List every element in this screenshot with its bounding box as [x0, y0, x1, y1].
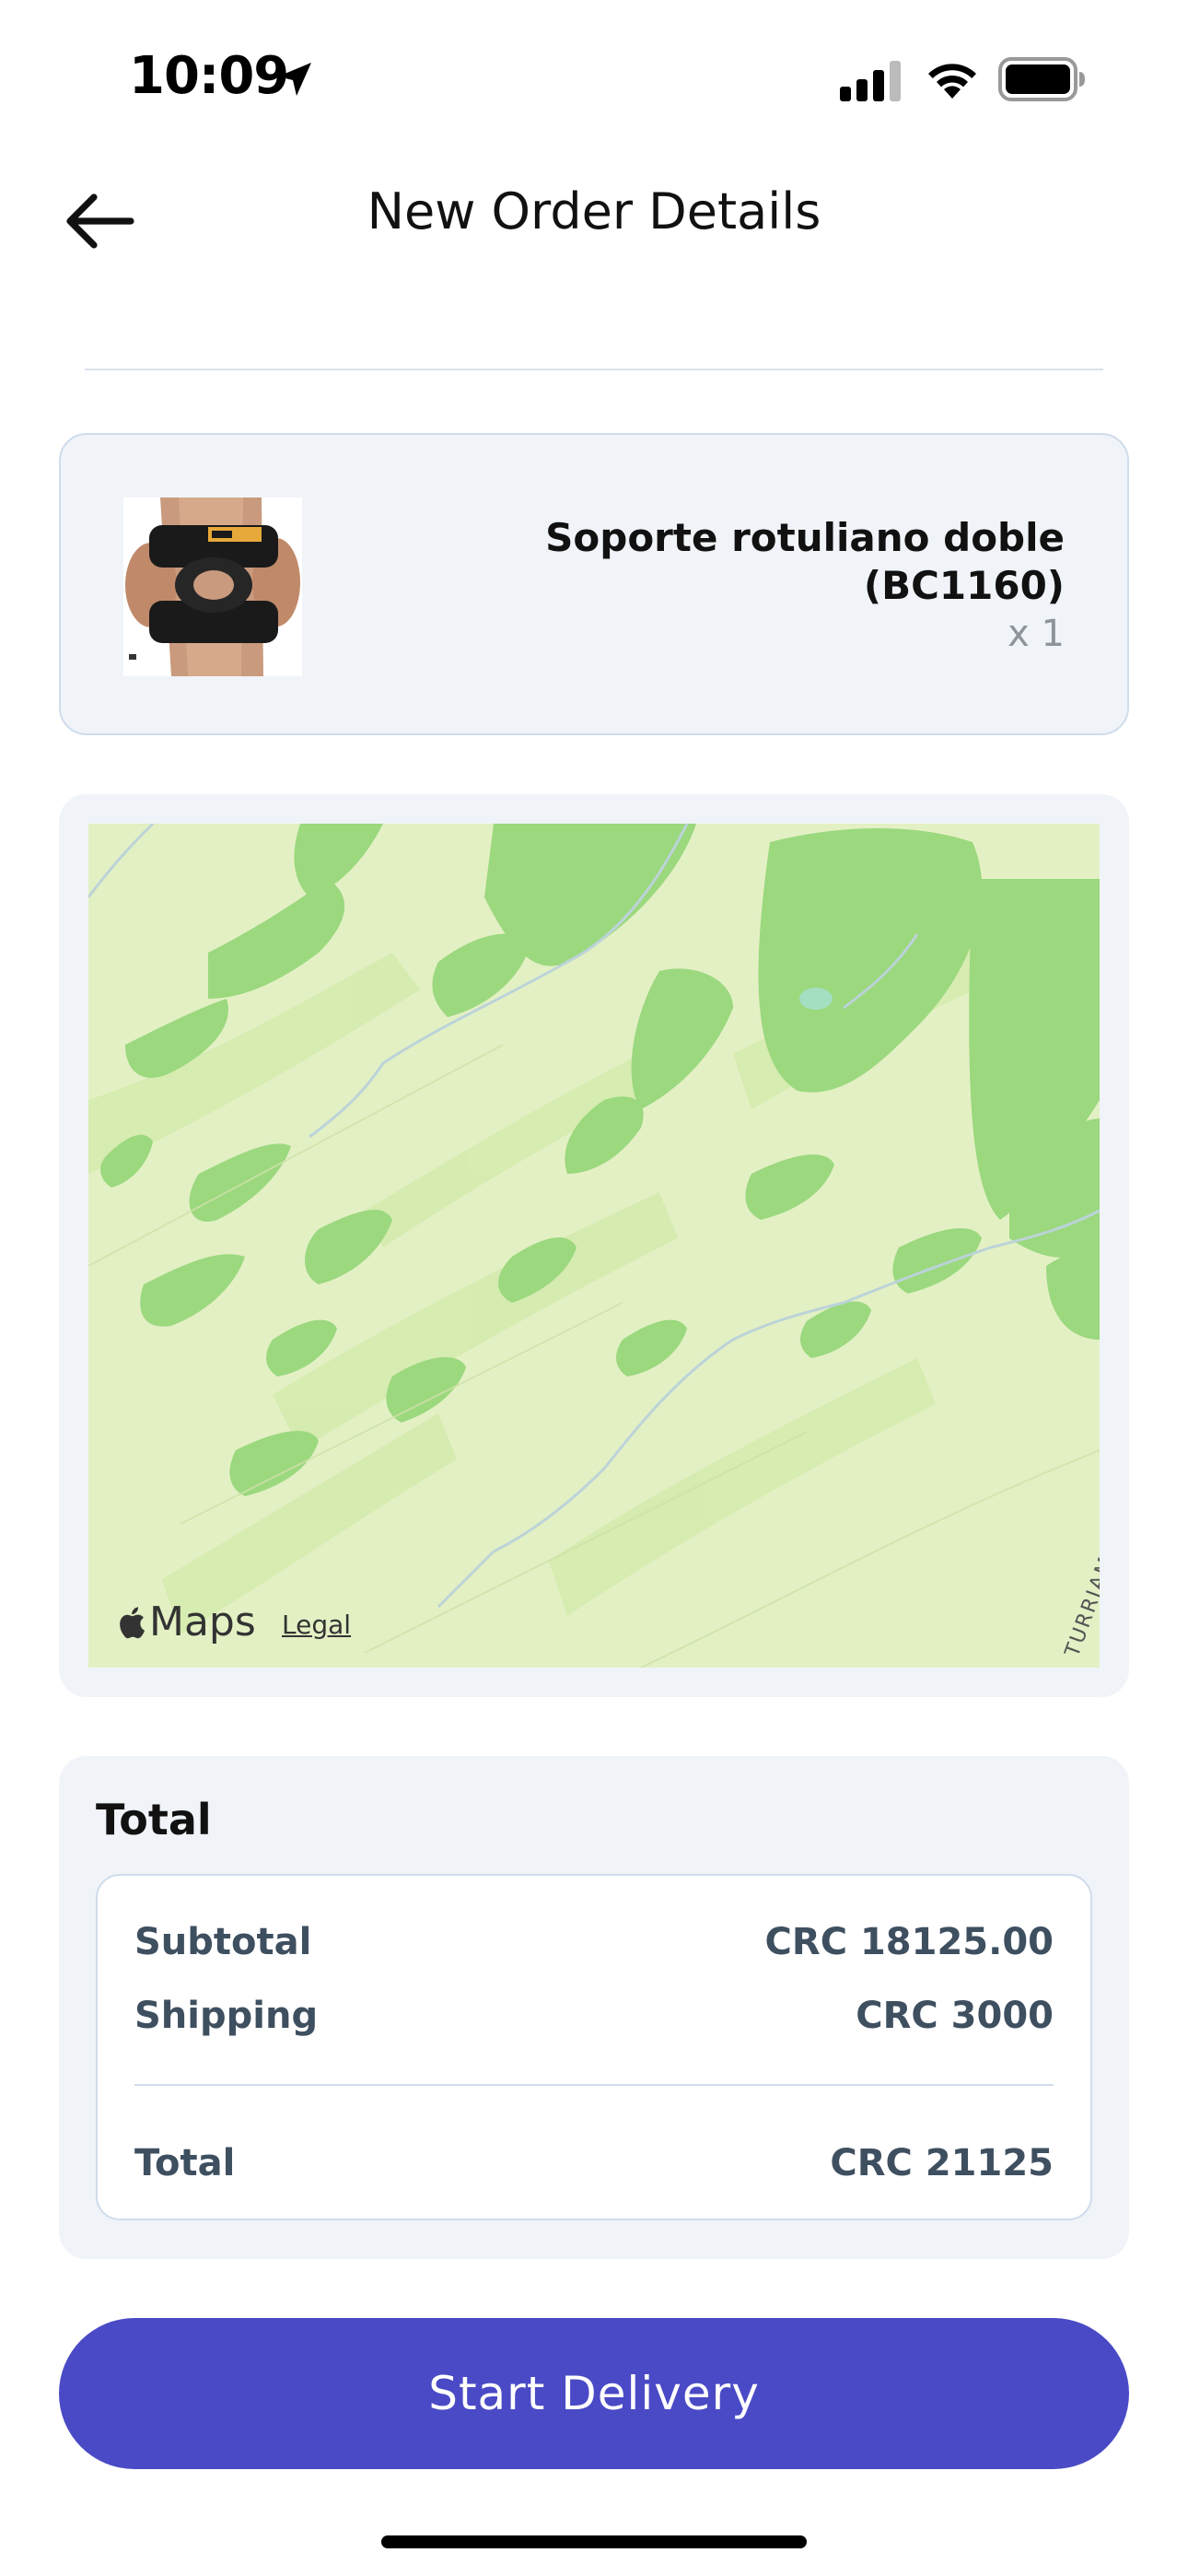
total-value: CRC 21125	[830, 2142, 1054, 2184]
product-name: Soporte rotuliano doble (BC1160)	[545, 515, 1065, 608]
product-quantity: x 1	[1007, 613, 1065, 655]
delivery-map[interactable]: Maps Legal TURRIAMBA	[88, 824, 1100, 1668]
header: New Order Details	[0, 157, 1188, 276]
total-row: Total CRC 21125	[134, 2136, 1054, 2191]
totals-divider	[134, 2084, 1054, 2086]
order-details-screen: 10:09 New Order Details Soporte rotulian…	[0, 0, 1188, 2576]
subtotal-value: CRC 18125.00	[764, 1921, 1054, 1963]
apple-maps-logo: Maps	[116, 1598, 256, 1645]
knee-brace-photo	[123, 498, 302, 676]
totals-breakdown: Subtotal CRC 18125.00 Shipping CRC 3000 …	[96, 1874, 1092, 2220]
subtotal-row: Subtotal CRC 18125.00	[134, 1914, 1054, 1970]
map-terrain	[88, 824, 1100, 1668]
location-arrow-icon	[278, 63, 311, 96]
battery-icon	[998, 57, 1085, 101]
map-card: Maps Legal TURRIAMBA	[59, 794, 1129, 1697]
shipping-label: Shipping	[134, 1995, 319, 2037]
total-label: Total	[134, 2142, 236, 2184]
product-image	[123, 498, 302, 676]
product-card: Soporte rotuliano doble (BC1160) x 1	[59, 433, 1129, 735]
status-bar: 10:09	[0, 0, 1188, 157]
maps-legal-link[interactable]: Legal	[282, 1610, 351, 1640]
subtotal-label: Subtotal	[134, 1921, 312, 1963]
wifi-icon	[928, 64, 976, 99]
totals-card: Total Subtotal CRC 18125.00 Shipping CRC…	[59, 1756, 1129, 2259]
cellular-signal-icon	[840, 61, 901, 101]
shipping-row: Shipping CRC 3000	[134, 1988, 1054, 2043]
page-title: New Order Details	[367, 182, 821, 240]
section-divider	[85, 369, 1103, 370]
home-indicator	[381, 2535, 807, 2548]
product-info: Soporte rotuliano doble (BC1160) x 1	[402, 514, 1065, 658]
shipping-value: CRC 3000	[856, 1995, 1054, 2037]
maps-logo-text: Maps	[149, 1598, 256, 1645]
apple-logo-icon	[120, 1606, 145, 1638]
start-delivery-button[interactable]: Start Delivery	[59, 2318, 1129, 2469]
status-time: 10:09	[129, 46, 289, 106]
totals-heading: Total	[96, 1795, 212, 1844]
